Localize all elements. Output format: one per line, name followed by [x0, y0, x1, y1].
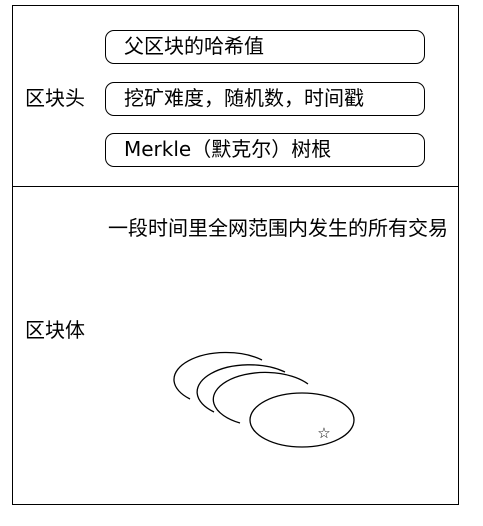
star-icon: ☆	[317, 424, 330, 442]
transaction-ellipse-4	[249, 392, 355, 448]
transaction-ellipse-2	[196, 364, 286, 413]
transaction-ellipse-1	[173, 351, 263, 400]
transactions-illustration: ☆	[173, 351, 355, 448]
transaction-ellipse-3	[212, 371, 309, 424]
